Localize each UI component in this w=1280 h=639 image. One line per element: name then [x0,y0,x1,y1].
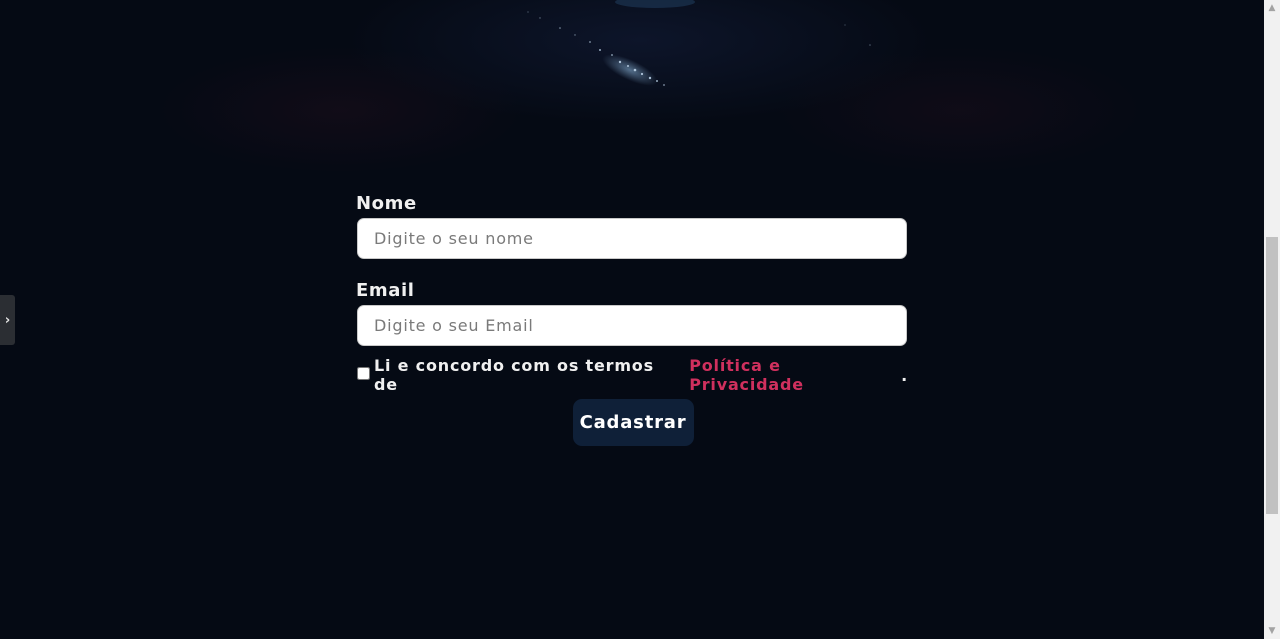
email-input[interactable] [357,305,907,346]
terms-text: Li e concordo com os termos de [374,356,654,394]
scrollbar-thumb[interactable] [1266,237,1278,514]
galaxy-image [527,0,871,86]
name-label: Nome [356,193,417,214]
signup-form: Nome Email Li e concordo com os termos d… [356,190,908,446]
name-input[interactable] [357,218,907,259]
chevron-right-icon: › [4,312,11,328]
scroll-up-arrow-icon[interactable]: ▲ [1264,0,1280,16]
submit-container: Cadastrar [356,399,908,446]
vertical-scrollbar[interactable]: ▲ ▼ [1264,0,1280,639]
hero-background-image [0,0,1264,180]
scroll-down-arrow-icon[interactable]: ▼ [1264,623,1280,639]
terms-row: Li e concordo com os termos de Política … [356,356,908,394]
privacy-policy-link[interactable]: Política e Privacidade [689,356,901,394]
email-label: Email [356,280,415,301]
terms-period: . [901,365,908,385]
terms-checkbox[interactable] [357,366,370,380]
side-panel-toggle[interactable]: › [0,295,15,345]
register-button[interactable]: Cadastrar [572,399,694,446]
